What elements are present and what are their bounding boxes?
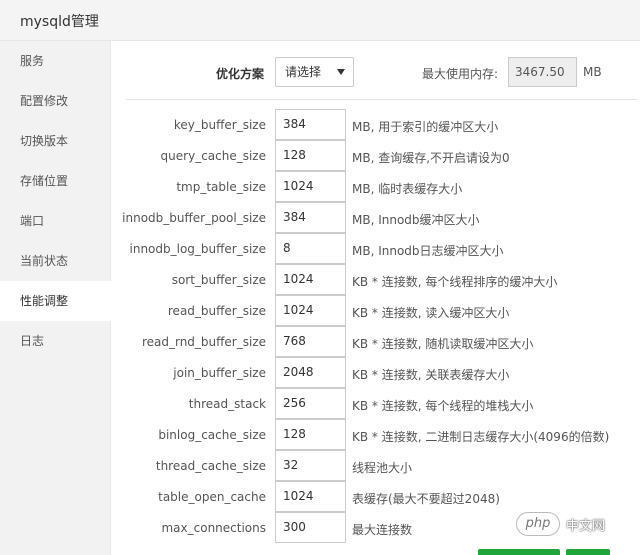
sidebar-item-storage[interactable]: 存储位置 (0, 161, 111, 201)
param-label: sort_buffer_size (171, 273, 266, 287)
param-row-thread-stack: thread_stack 256 KB * 连接数, 每个线程的堆栈大小 (112, 388, 640, 419)
param-description: MB, 用于索引的缓冲区大小 (352, 120, 499, 134)
param-row-innodb-log-buffer-size: innodb_log_buffer_size 8 MB, Innodb日志缓冲区… (112, 233, 640, 264)
optimize-plan-label: 优化方案 (216, 67, 265, 81)
param-row-read-buffer-size: read_buffer_size 1024 KB * 连接数, 读入缓冲区大小 (112, 295, 640, 326)
innodb-buffer-pool-size-input[interactable]: 384 (275, 202, 346, 233)
sidebar-item-config[interactable]: 配置修改 (0, 81, 111, 121)
window-title: mysqld管理 (20, 14, 99, 30)
param-row-key-buffer-size: key_buffer_size 384 MB, 用于索引的缓冲区大小 (112, 109, 640, 140)
param-label: join_buffer_size (173, 366, 266, 380)
watermark: php 中文网 (516, 510, 636, 538)
param-label: thread_stack (188, 397, 266, 411)
param-label: thread_cache_size (155, 459, 266, 473)
param-label: innodb_buffer_pool_size (122, 211, 266, 225)
restart-button[interactable] (478, 549, 560, 555)
param-label: read_buffer_size (167, 304, 266, 318)
param-description: KB * 连接数, 关联表缓存大小 (352, 368, 510, 382)
param-label: key_buffer_size (173, 118, 266, 132)
sort-buffer-size-input[interactable]: 1024 (275, 264, 346, 295)
join-buffer-size-input[interactable]: 2048 (275, 357, 346, 388)
param-row-join-buffer-size: join_buffer_size 2048 KB * 连接数, 关联表缓存大小 (112, 357, 640, 388)
sidebar-item-performance[interactable]: 性能调整 (0, 281, 112, 321)
param-description: KB * 连接数, 每个线程排序的缓冲大小 (352, 275, 558, 289)
param-description: MB, 查询缓存,不开启请设为0 (352, 151, 510, 165)
param-label: binlog_cache_size (158, 428, 266, 442)
param-description: 线程池大小 (352, 461, 413, 475)
param-row-tmp-table-size: tmp_table_size 1024 MB, 临时表缓存大小 (112, 171, 640, 202)
optimize-plan-select[interactable]: 请选择 (275, 57, 354, 87)
divider (126, 99, 638, 100)
param-row-binlog-cache-size: binlog_cache_size 128 KB * 连接数, 二进制日志缓存大… (112, 419, 640, 450)
thread-cache-size-input[interactable]: 32 (275, 450, 346, 481)
param-description: KB * 连接数, 随机读取缓冲区大小 (352, 337, 534, 351)
php-logo: php (516, 512, 560, 536)
sidebar-item-port[interactable]: 端口 (0, 201, 111, 241)
thread-stack-input[interactable]: 256 (275, 388, 346, 419)
param-label: max_connections (161, 521, 266, 535)
max-memory-field: 3467.50 (508, 57, 577, 87)
param-label: tmp_table_size (176, 180, 266, 194)
param-label: table_open_cache (158, 490, 266, 504)
key-buffer-size-input[interactable]: 384 (275, 109, 346, 140)
param-row-table-open-cache: table_open_cache 1024 表缓存(最大不要超过2048) (112, 481, 640, 512)
read-rnd-buffer-size-input[interactable]: 768 (275, 326, 346, 357)
param-label: query_cache_size (160, 149, 266, 163)
window-titlebar: mysqld管理 (0, 0, 640, 41)
tmp-table-size-input[interactable]: 1024 (275, 171, 346, 202)
param-row-innodb-buffer-pool-size: innodb_buffer_pool_size 384 MB, Innodb缓冲… (112, 202, 640, 233)
param-description: KB * 连接数, 二进制日志缓存大小(4096的倍数) (352, 430, 610, 444)
innodb-log-buffer-size-input[interactable]: 8 (275, 233, 346, 264)
sidebar: 服务 配置修改 切换版本 存储位置 端口 当前状态 性能调整 日志 (0, 41, 112, 555)
param-description: MB, Innodb缓冲区大小 (352, 213, 480, 227)
sidebar-item-status[interactable]: 当前状态 (0, 241, 111, 281)
sidebar-item-service[interactable]: 服务 (0, 41, 111, 81)
watermark-text: 中文网 (566, 519, 606, 534)
param-row-thread-cache-size: thread_cache_size 32 线程池大小 (112, 450, 640, 481)
optimize-plan-selected: 请选择 (285, 65, 322, 79)
binlog-cache-size-input[interactable]: 128 (275, 419, 346, 450)
chevron-down-icon (337, 69, 345, 75)
param-row-query-cache-size: query_cache_size 128 MB, 查询缓存,不开启请设为0 (112, 140, 640, 171)
sidebar-item-log[interactable]: 日志 (0, 321, 111, 361)
sidebar-item-switch-version[interactable]: 切换版本 (0, 121, 111, 161)
param-description: MB, Innodb日志缓冲区大小 (352, 244, 504, 258)
param-description: 最大连接数 (352, 523, 413, 537)
param-row-sort-buffer-size: sort_buffer_size 1024 KB * 连接数, 每个线程排序的缓… (112, 264, 640, 295)
param-description: KB * 连接数, 读入缓冲区大小 (352, 306, 510, 320)
param-row-read-rnd-buffer-size: read_rnd_buffer_size 768 KB * 连接数, 随机读取缓… (112, 326, 640, 357)
max-memory-label: 最大使用内存: (422, 67, 499, 81)
param-label: innodb_log_buffer_size (129, 242, 267, 256)
param-label: read_rnd_buffer_size (141, 335, 266, 349)
table-open-cache-input[interactable]: 1024 (275, 481, 346, 512)
param-description: KB * 连接数, 每个线程的堆栈大小 (352, 399, 534, 413)
param-description: 表缓存(最大不要超过2048) (352, 492, 500, 506)
max-connections-input[interactable]: 300 (275, 512, 346, 543)
param-description: MB, 临时表缓存大小 (352, 182, 463, 196)
performance-panel: 优化方案 请选择 最大使用内存: 3467.50 MB key_buffer_s… (112, 41, 640, 555)
save-button[interactable] (566, 549, 610, 555)
query-cache-size-input[interactable]: 128 (275, 140, 346, 171)
max-memory-unit: MB (583, 65, 602, 79)
read-buffer-size-input[interactable]: 1024 (275, 295, 346, 326)
